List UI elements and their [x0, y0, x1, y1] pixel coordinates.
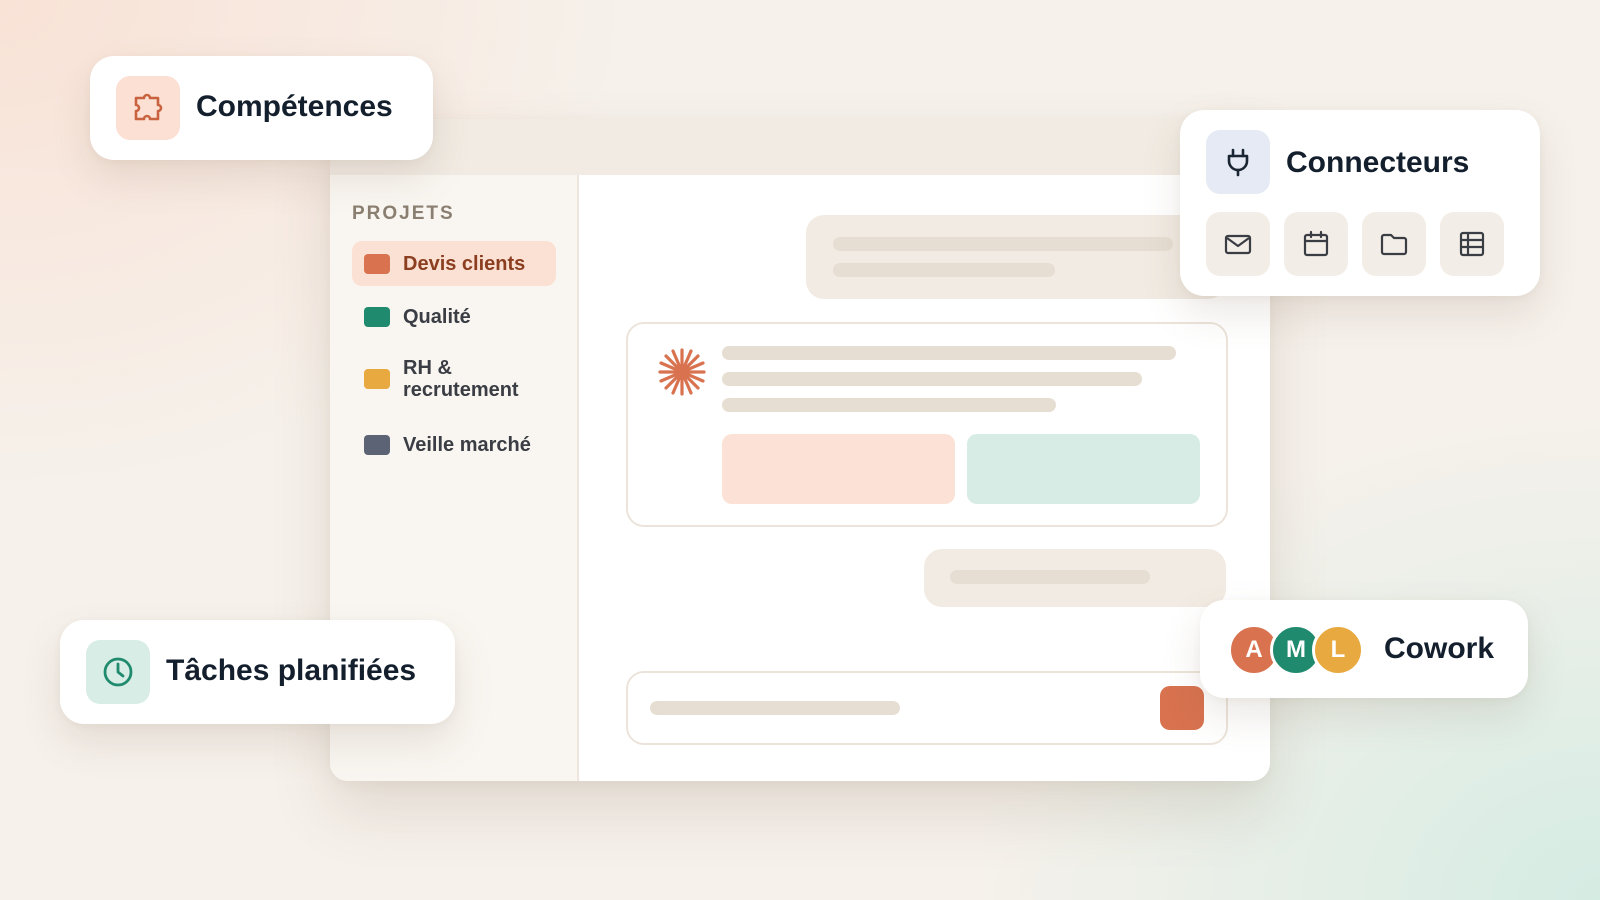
plug-icon	[1227, 148, 1249, 177]
text-placeholder-line	[722, 398, 1056, 412]
taches-planifiees-card[interactable]: Tâches planifiées	[60, 620, 455, 724]
connecteurs-title: Connecteurs	[1286, 146, 1470, 179]
window-titlebar	[330, 119, 1270, 175]
competences-icon-tile	[116, 76, 180, 140]
message-composer[interactable]	[626, 671, 1228, 745]
text-placeholder-line	[833, 237, 1173, 251]
chat-area	[581, 175, 1270, 781]
sparkle-logo-icon	[658, 348, 706, 396]
taches-title: Tâches planifiées	[166, 654, 417, 687]
user-message-bubble	[924, 549, 1226, 607]
folder-icon	[1380, 233, 1408, 256]
sidebar-item-veille-marche[interactable]: Veille marché	[352, 423, 556, 467]
text-placeholder-line	[722, 346, 1176, 360]
text-placeholder-line	[950, 570, 1150, 584]
taches-icon-tile	[86, 640, 150, 704]
input-placeholder-line	[650, 701, 900, 715]
send-button[interactable]	[1160, 686, 1204, 730]
clock-icon	[103, 657, 133, 687]
connecteurs-icon-tile	[1206, 130, 1270, 194]
project-color-swatch	[364, 369, 390, 389]
project-color-swatch	[364, 307, 390, 327]
puzzle-icon	[134, 93, 163, 121]
project-color-swatch	[364, 253, 390, 274]
result-block-peach	[722, 434, 955, 504]
sidebar-heading: PROJETS	[352, 203, 455, 224]
calendar-icon	[1303, 230, 1329, 257]
text-placeholder-line	[833, 263, 1055, 277]
text-placeholder-line	[722, 372, 1142, 386]
competences-title: Compétences	[196, 90, 393, 123]
sidebar-item-qualite[interactable]: Qualité	[352, 295, 556, 339]
cowork-title: Cowork	[1384, 632, 1495, 665]
connecteurs-card[interactable]: Connecteurs	[1180, 110, 1540, 296]
mail-icon	[1224, 234, 1252, 255]
table-connector[interactable]	[1440, 212, 1504, 276]
sidebar-item-label: Devis clients	[403, 252, 526, 275]
sidebar-item-label: Qualité	[403, 306, 471, 328]
project-color-swatch	[364, 435, 390, 455]
table-icon	[1459, 231, 1485, 257]
calendar-connector[interactable]	[1284, 212, 1348, 276]
sidebar-item-label: RH & recrutement	[403, 357, 519, 401]
sidebar-item-devis-clients[interactable]: Devis clients	[352, 241, 556, 286]
cowork-card[interactable]: A M L Cowork	[1200, 600, 1528, 698]
sidebar-item-rh-recrutement[interactable]: RH & recrutement	[352, 352, 556, 406]
app-window: PROJETS Devis clients Qualité RH & recru…	[330, 119, 1270, 781]
avatar: L	[1312, 624, 1364, 676]
result-block-mint	[967, 434, 1200, 504]
sidebar-item-label: Veille marché	[403, 434, 531, 456]
mail-connector[interactable]	[1206, 212, 1270, 276]
user-message-bubble	[806, 215, 1226, 299]
competences-card[interactable]: Compétences	[90, 56, 433, 160]
folder-connector[interactable]	[1362, 212, 1426, 276]
assistant-message-card	[626, 322, 1228, 527]
